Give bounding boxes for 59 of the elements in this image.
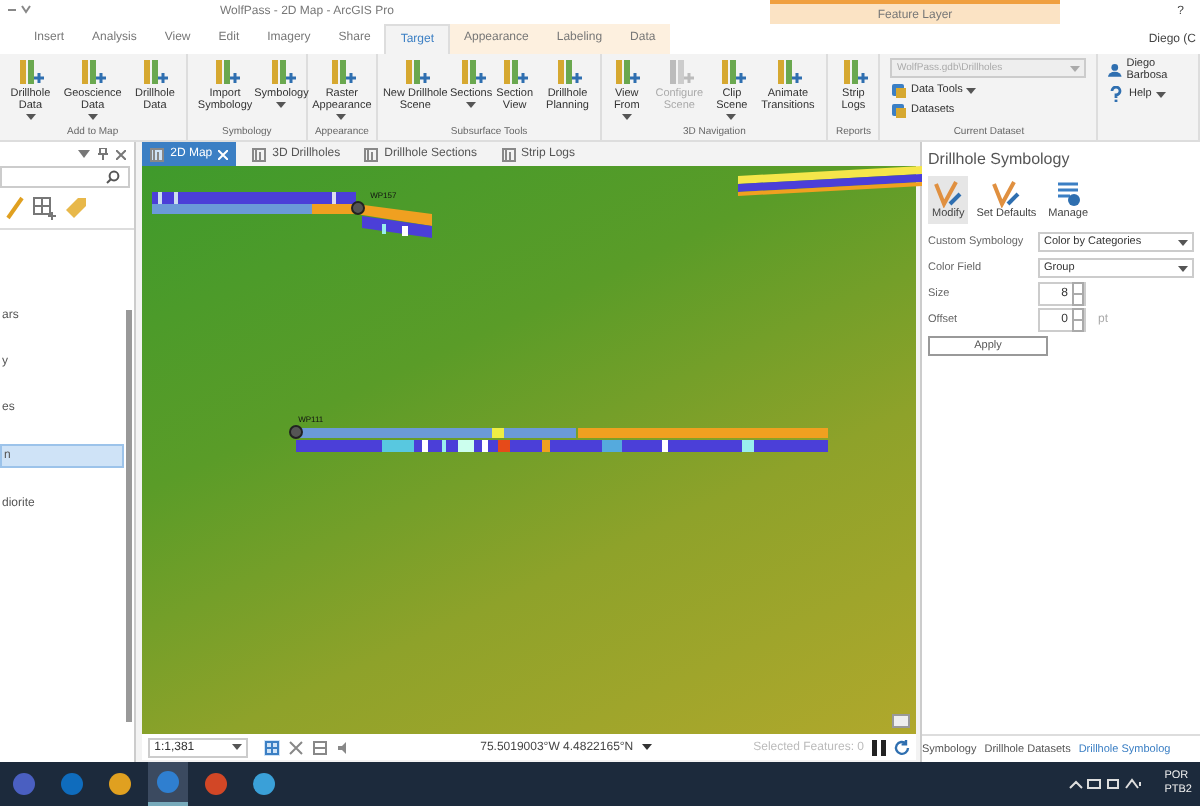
app-icon — [204, 772, 228, 796]
tool-icon — [773, 58, 802, 86]
drillhole-icon — [364, 147, 379, 161]
refresh-icon[interactable] — [894, 739, 910, 755]
scrollbar[interactable] — [126, 310, 133, 722]
tool-icon — [211, 58, 240, 86]
caret-icon — [1178, 265, 1188, 271]
table-icon[interactable] — [312, 739, 329, 755]
caret-icon — [336, 114, 347, 120]
tool-icon — [78, 58, 107, 86]
tool-icon — [839, 58, 868, 86]
taskbar-app-button[interactable] — [148, 762, 188, 806]
caret-icon[interactable] — [641, 744, 652, 750]
close-icon[interactable] — [116, 149, 127, 159]
check-brush-icon — [992, 180, 1021, 208]
tool-icon — [457, 58, 486, 86]
drillhole-icon — [501, 147, 515, 161]
app-icon — [60, 772, 84, 796]
tool-icon — [327, 58, 356, 86]
tool-icon — [717, 58, 746, 86]
tool-icon — [140, 58, 169, 86]
caret-icon — [1155, 91, 1166, 97]
tag-icon[interactable] — [64, 196, 88, 220]
caret-icon — [25, 114, 36, 120]
list-icon — [1054, 180, 1083, 208]
pencil-icon[interactable] — [4, 196, 24, 220]
tool-icon — [401, 58, 430, 86]
app-icon — [252, 772, 276, 796]
caret-icon — [466, 102, 477, 108]
overview-icon[interactable] — [892, 714, 910, 728]
drillhole-icon — [252, 147, 267, 161]
pane-title: Drillhole Symbology — [926, 148, 1072, 172]
tool-icon — [500, 58, 529, 86]
pin-icon[interactable] — [98, 148, 109, 160]
pause-icon[interactable] — [872, 739, 886, 755]
app-icon — [108, 772, 132, 796]
map-icon — [150, 147, 165, 161]
tool-icon — [553, 58, 582, 86]
caret-icon — [232, 744, 243, 750]
tool-icon — [612, 58, 641, 86]
caret-icon — [276, 102, 287, 108]
tool-icon — [16, 58, 45, 86]
tool-icon — [665, 58, 694, 86]
grid-icon[interactable] — [264, 739, 281, 755]
caret-icon — [1070, 65, 1081, 71]
caret-icon — [1178, 239, 1188, 245]
help-icon — [1108, 86, 1125, 102]
check-brush-icon — [934, 180, 963, 208]
app-icon — [12, 772, 36, 796]
app-icon — [156, 770, 180, 794]
caret-icon — [87, 114, 98, 120]
caret-icon — [726, 114, 737, 120]
search-icon — [106, 170, 121, 184]
caret-icon — [966, 87, 977, 93]
search-field[interactable] — [0, 166, 131, 188]
person-icon — [1108, 62, 1123, 78]
tool-icon — [267, 58, 296, 86]
caret-icon — [621, 114, 632, 120]
add-table-icon[interactable] — [32, 196, 56, 220]
